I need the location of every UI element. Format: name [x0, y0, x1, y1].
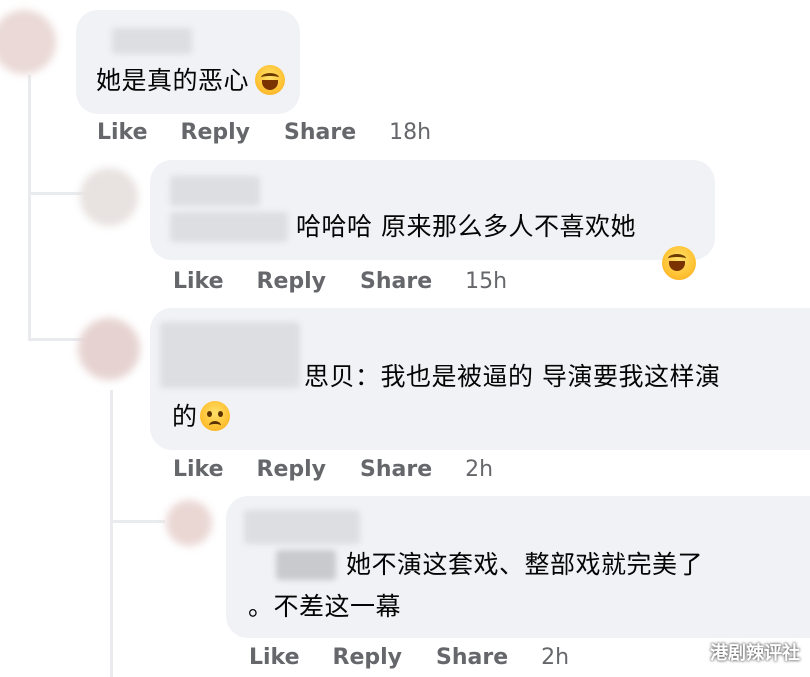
avatar[interactable] — [78, 318, 140, 380]
avatar[interactable] — [0, 10, 56, 74]
comment-text-line: 她不演这套戏、整部戏就完美了 — [346, 550, 704, 579]
author-name-redacted — [112, 28, 192, 54]
timestamp[interactable]: 18h — [389, 120, 431, 145]
laughing-emoji-icon — [662, 246, 696, 280]
comment-text: 她是真的恶心 — [96, 62, 286, 100]
comment-actions: Like Reply Share 2h — [249, 645, 569, 670]
comment-text: 哈哈哈 原来那么多人不喜欢她 — [296, 208, 636, 246]
comment-text-line: 的 — [172, 402, 198, 431]
thread-line — [28, 75, 31, 340]
comment-text-body: 她是真的恶心 — [96, 66, 250, 95]
comment-actions: Like Reply Share 2h — [173, 457, 493, 482]
laughing-emoji-icon — [255, 65, 286, 95]
timestamp[interactable]: 15h — [465, 269, 507, 294]
reply-button[interactable]: Reply — [257, 269, 327, 294]
share-button[interactable]: Share — [360, 457, 432, 482]
comment-text-line: 思贝：我也是被逼的 导演要我这样演 — [304, 362, 721, 391]
emoji-container — [662, 246, 696, 280]
thread-line — [28, 192, 88, 195]
comment-text: 思贝：我也是被逼的 导演要我这样演 — [304, 358, 720, 396]
share-button[interactable]: Share — [436, 645, 508, 670]
thread-line — [110, 390, 113, 677]
avatar[interactable] — [80, 168, 138, 226]
author-name-redacted — [244, 510, 360, 544]
watermark: 港剧辣评社 — [710, 643, 800, 664]
author-name-redacted — [170, 212, 288, 242]
like-button[interactable]: Like — [173, 269, 224, 294]
comment-text-line: 。不差这一幕 — [248, 592, 402, 621]
reply-button[interactable]: Reply — [257, 457, 327, 482]
comment-text: 。不差这一幕 — [248, 588, 401, 626]
author-name-redacted — [276, 550, 336, 580]
pleading-emoji-icon — [199, 401, 230, 431]
comment-text-body: 哈哈哈 原来那么多人不喜欢她 — [296, 212, 636, 241]
comment-text: 她不演这套戏、整部戏就完美了 — [346, 546, 703, 584]
author-name-redacted — [160, 322, 300, 388]
like-button[interactable]: Like — [173, 457, 224, 482]
comment-text: 的 — [172, 398, 230, 436]
reply-button[interactable]: Reply — [181, 120, 251, 145]
share-button[interactable]: Share — [360, 269, 432, 294]
comment-actions: Like Reply Share 18h — [97, 120, 431, 145]
avatar[interactable] — [166, 500, 212, 546]
author-name-redacted — [170, 176, 260, 206]
timestamp[interactable]: 2h — [465, 457, 493, 482]
share-button[interactable]: Share — [284, 120, 356, 145]
reply-button[interactable]: Reply — [333, 645, 403, 670]
timestamp[interactable]: 2h — [541, 645, 569, 670]
comment-actions: Like Reply Share 15h — [173, 269, 507, 294]
like-button[interactable]: Like — [249, 645, 300, 670]
like-button[interactable]: Like — [97, 120, 148, 145]
thread-line — [110, 520, 165, 523]
